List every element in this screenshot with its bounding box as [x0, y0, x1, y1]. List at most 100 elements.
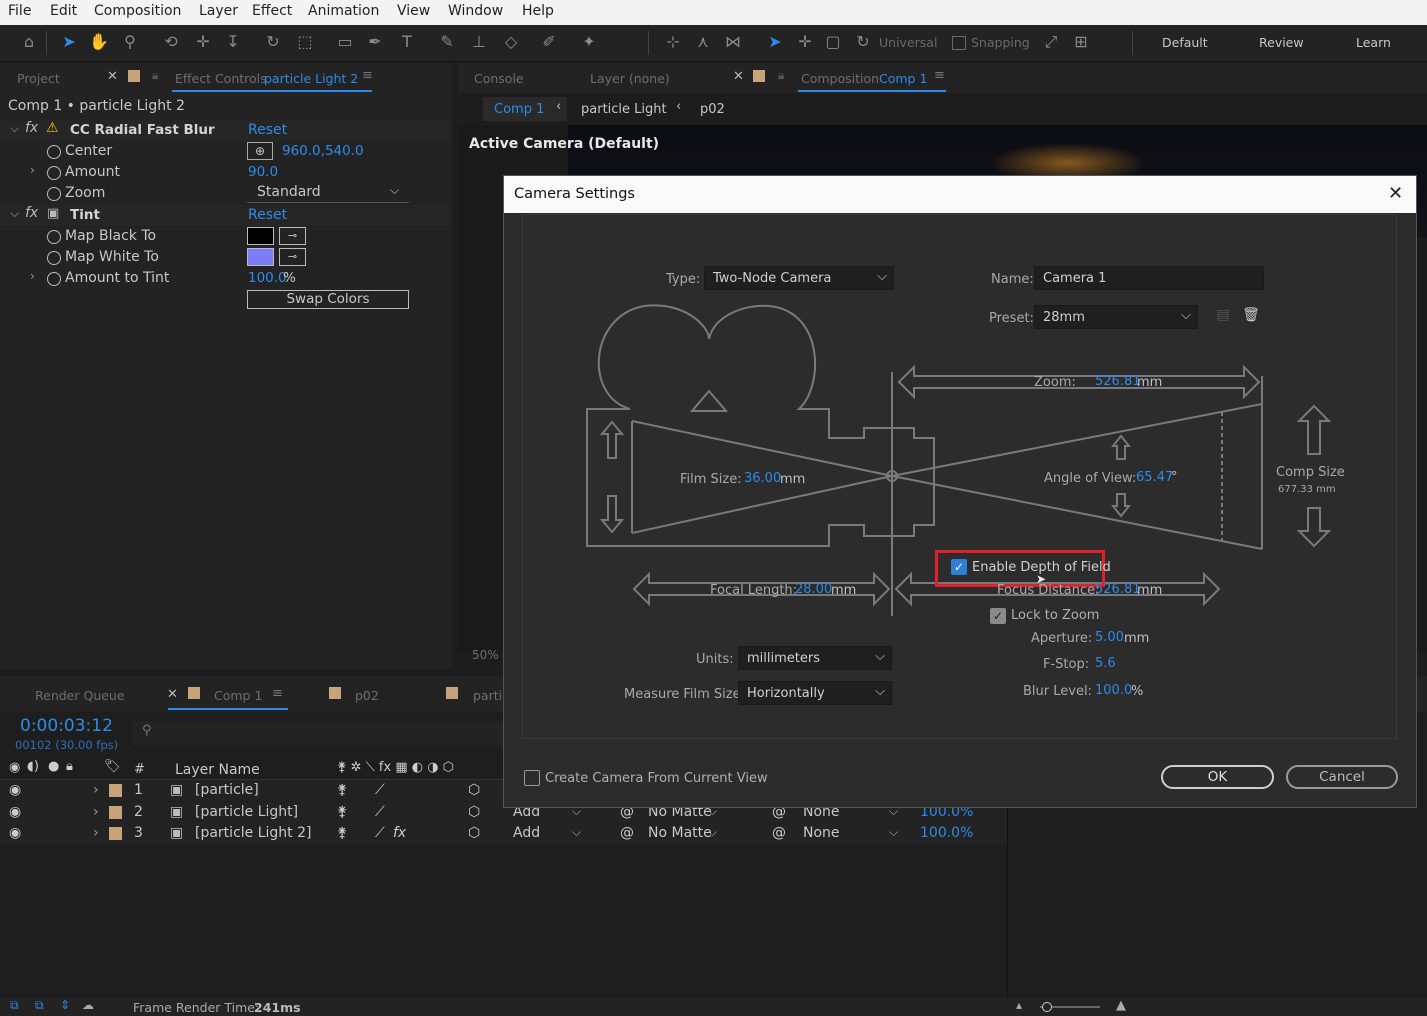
zoom-out-icon[interactable]: ▴: [1016, 998, 1022, 1012]
puppet-pin-icon[interactable]: ✦: [578, 31, 600, 53]
viewer-zoom-level[interactable]: 50%: [472, 648, 499, 662]
pan-camera-icon[interactable]: ✛: [192, 31, 214, 53]
stopwatch-icon[interactable]: [47, 251, 61, 265]
label-tag-icon[interactable]: 🏷︎: [104, 759, 121, 774]
crosshair-icon[interactable]: ⊕: [247, 142, 273, 160]
reset-link[interactable]: Reset: [248, 122, 287, 138]
world-axis-icon[interactable]: ⋏: [692, 31, 714, 53]
tab-layer[interactable]: Layer (none): [590, 71, 670, 86]
chevron-down-icon[interactable]: ⌵: [708, 825, 717, 840]
slider-handle[interactable]: [1042, 1002, 1052, 1012]
close-icon[interactable]: ✕: [167, 687, 178, 702]
parent-pickwhip-icon[interactable]: @: [772, 825, 786, 841]
local-axis-icon[interactable]: ⊹: [662, 31, 684, 53]
zoom-in-icon[interactable]: ▲: [1116, 998, 1126, 1013]
workspace-review[interactable]: Review: [1259, 35, 1304, 50]
fx-switch-icon[interactable]: fx: [393, 825, 406, 841]
toggle-switches-icon[interactable]: ⇕: [60, 998, 70, 1012]
tab-p02[interactable]: p02: [355, 688, 379, 703]
column-layer-name[interactable]: Layer Name: [175, 762, 260, 778]
render-status-icon[interactable]: ☁: [82, 998, 94, 1012]
hand-tool-icon[interactable]: ✋: [88, 31, 110, 53]
stopwatch-icon[interactable]: [47, 187, 61, 201]
layer-search-input[interactable]: ⚲: [132, 721, 510, 745]
panel-menu-icon[interactable]: ≡: [362, 68, 373, 83]
tab-composition[interactable]: Composition: [801, 71, 879, 86]
universal-label[interactable]: Universal: [879, 35, 937, 50]
tab-console[interactable]: Console: [474, 71, 524, 86]
create-from-view-label[interactable]: Create Camera From Current View: [545, 771, 768, 786]
chevron-right-icon[interactable]: ›: [93, 804, 99, 820]
zoom-dropdown[interactable]: Standard ⌵: [247, 183, 409, 203]
brush-tool-icon[interactable]: ✎: [436, 31, 458, 53]
shy-switch-icon[interactable]: ⚵: [337, 782, 347, 798]
workspace-default[interactable]: Default: [1162, 35, 1208, 50]
lock-to-zoom-label[interactable]: Lock to Zoom: [1011, 608, 1099, 623]
menu-help[interactable]: Help: [522, 3, 554, 19]
measure-film-size-dropdown[interactable]: Horizontally ⌵: [738, 681, 892, 705]
focal-length-value[interactable]: 28.00: [795, 582, 832, 597]
focus-distance-value[interactable]: 526.81: [1095, 582, 1141, 597]
selection-tool-icon[interactable]: ➤: [58, 31, 80, 53]
parent-select[interactable]: None: [803, 825, 840, 841]
tab-project[interactable]: Project: [17, 71, 60, 86]
swap-colors-button[interactable]: Swap Colors: [247, 290, 409, 309]
eyedropper-icon[interactable]: ⊸: [279, 227, 306, 245]
lock-icon[interactable]: 🔒︎: [152, 68, 158, 83]
fx-icon[interactable]: fx: [25, 120, 38, 136]
eye-icon[interactable]: ◉: [9, 760, 20, 775]
cancel-button[interactable]: Cancel: [1286, 765, 1398, 789]
chevron-down-icon[interactable]: ⌵: [889, 825, 898, 840]
create-from-view-checkbox[interactable]: [524, 770, 540, 786]
track-matte[interactable]: No Matte: [648, 825, 712, 841]
zoom-tool-icon[interactable]: ⚲: [119, 31, 141, 53]
menu-effect[interactable]: Effect: [252, 3, 292, 19]
fx-icon[interactable]: fx: [25, 205, 38, 221]
label-color-swatch[interactable]: [109, 784, 122, 797]
workspace-learn[interactable]: Learn: [1356, 35, 1391, 50]
close-icon[interactable]: ✕: [733, 69, 744, 84]
layer-name[interactable]: [particle Light]: [195, 804, 298, 820]
tab-comp1[interactable]: Comp 1: [214, 688, 262, 703]
3d-scale-icon[interactable]: ▢: [822, 31, 844, 53]
crumb-particle-light[interactable]: particle Light: [581, 102, 667, 117]
chevron-right-icon[interactable]: ›: [30, 163, 35, 177]
chevron-down-icon[interactable]: ⌵: [572, 825, 581, 840]
quality-switch-icon[interactable]: ⟋: [375, 804, 385, 820]
tab-effect-controls[interactable]: Effect Controls: [175, 71, 267, 86]
panel-menu-icon[interactable]: ≡: [934, 68, 945, 83]
opacity-value[interactable]: 100.0%: [920, 825, 973, 841]
composition-name[interactable]: Comp 1: [879, 71, 927, 86]
close-icon[interactable]: ✕: [107, 69, 118, 84]
crumb-p02[interactable]: p02: [700, 102, 725, 117]
type-tool-icon[interactable]: T: [396, 31, 418, 53]
units-dropdown[interactable]: millimeters ⌵: [738, 646, 892, 670]
stopwatch-icon[interactable]: [47, 145, 61, 159]
panel-menu-icon[interactable]: ≡: [272, 686, 283, 701]
3d-layer-icon[interactable]: ⬡: [468, 782, 480, 798]
shy-switch-icon[interactable]: ⚵: [337, 804, 347, 820]
tab-render-queue[interactable]: Render Queue: [35, 688, 125, 703]
amount-tint-value[interactable]: 100.0: [248, 270, 287, 286]
quality-switch-icon[interactable]: ⟋: [375, 825, 385, 841]
quality-switch-icon[interactable]: ⟋: [375, 782, 385, 798]
comp-flowchart-icon[interactable]: ⧉: [10, 998, 19, 1013]
3d-move-icon[interactable]: ✛: [794, 31, 816, 53]
enable-dof-checkbox[interactable]: ✓: [951, 559, 967, 575]
solo-icon[interactable]: ●: [48, 759, 59, 774]
menu-file[interactable]: File: [8, 3, 31, 19]
snap-options-icon[interactable]: ⤢: [1040, 31, 1062, 53]
effect-controls-layer-name[interactable]: particle Light 2: [264, 71, 358, 86]
pan-behind-icon[interactable]: ⬚: [294, 31, 316, 53]
eraser-tool-icon[interactable]: ◇: [500, 31, 522, 53]
snap-grid-icon[interactable]: ⊞: [1070, 31, 1092, 53]
blur-level-value[interactable]: 100.0: [1095, 683, 1132, 698]
blend-mode[interactable]: Add: [513, 825, 540, 841]
3d-layer-icon[interactable]: ⬡: [468, 825, 480, 841]
chevron-down-icon[interactable]: ⌵: [10, 121, 19, 136]
aperture-value[interactable]: 5.00: [1095, 630, 1124, 645]
roto-brush-icon[interactable]: ✐: [538, 31, 560, 53]
menu-view[interactable]: View: [397, 3, 430, 19]
eye-icon[interactable]: ◉: [9, 782, 21, 798]
menu-edit[interactable]: Edit: [50, 3, 77, 19]
